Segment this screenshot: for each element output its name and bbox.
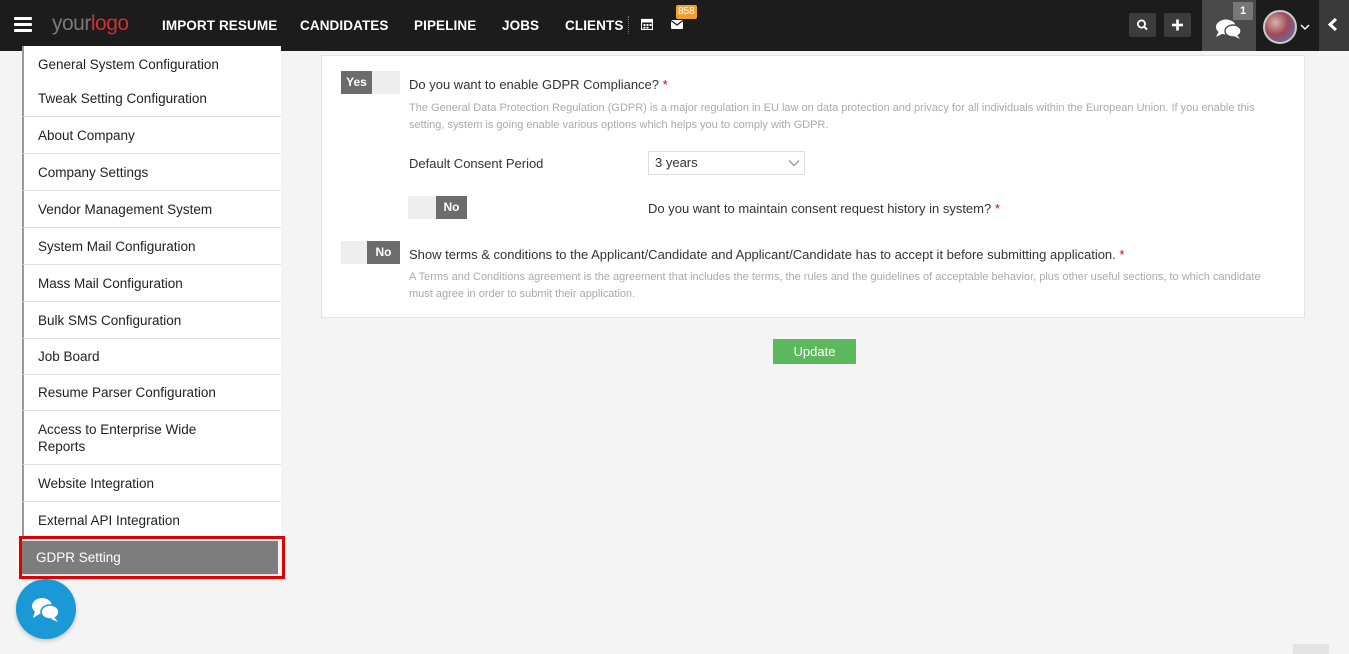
toggle-state-label: Yes (341, 71, 372, 94)
sidebar-item-job-board[interactable]: Job Board (22, 339, 281, 375)
sidebar-item-company-settings[interactable]: Company Settings (22, 154, 281, 191)
search-button[interactable] (1129, 13, 1156, 37)
hamburger-menu-icon[interactable] (14, 17, 32, 32)
chevron-down-icon[interactable] (1300, 23, 1310, 31)
nav-candidates[interactable]: CANDIDATES (300, 18, 389, 33)
toggle-state-label: No (367, 241, 400, 264)
logo[interactable]: yourlogo (52, 12, 129, 36)
nav-jobs[interactable]: JOBS (502, 18, 539, 33)
nav-divider (628, 16, 629, 34)
settings-sidebar: General System Configuration Tweak Setti… (0, 46, 285, 654)
terms-conditions-toggle[interactable]: No (341, 241, 400, 264)
sidebar-item-website-integration[interactable]: Website Integration (22, 465, 281, 502)
plus-icon (1172, 19, 1183, 31)
user-avatar[interactable] (1263, 10, 1297, 44)
terms-conditions-question: Show terms & conditions to the Applicant… (409, 247, 1125, 262)
scroll-top-button[interactable] (1293, 644, 1329, 654)
chat-bubbles-icon (32, 598, 60, 622)
gdpr-enable-help-text: The General Data Protection Regulation (… (409, 102, 1255, 131)
chevron-down-icon (788, 160, 800, 167)
messages-count-badge: 1 (1233, 2, 1253, 20)
consent-history-toggle[interactable]: No (408, 196, 467, 219)
sidebar-item-about-company[interactable]: About Company (22, 117, 281, 154)
highlight-box (19, 536, 285, 579)
sidebar-item-resume-parser-configuration[interactable]: Resume Parser Configuration (22, 375, 281, 411)
sidebar-item-external-api-integration[interactable]: External API Integration (22, 502, 281, 539)
consent-period-value: 3 years (655, 155, 698, 170)
collapse-panel-button[interactable] (1319, 0, 1349, 51)
sidebar-item-enterprise-wide-reports[interactable]: Access to Enterprise Wide Reports (22, 411, 281, 465)
update-button[interactable]: Update (773, 339, 856, 364)
gdpr-enable-question: Do you want to enable GDPR Compliance? * (409, 77, 668, 92)
sidebar-item-general-system-configuration[interactable]: General System Configuration (22, 46, 281, 84)
calendar-icon[interactable] (641, 18, 653, 30)
top-navbar: yourlogo IMPORT RESUME CANDIDATES PIPELI… (0, 0, 1349, 51)
live-chat-button[interactable] (16, 579, 76, 639)
sidebar-item-tweak-setting-configuration[interactable]: Tweak Setting Configuration (22, 80, 281, 117)
mail-count-badge: 858 (676, 5, 697, 19)
toggle-state-label: No (436, 196, 467, 219)
mail-icon[interactable] (671, 20, 683, 29)
consent-period-label: Default Consent Period (409, 156, 544, 171)
sidebar-item-mass-mail-configuration[interactable]: Mass Mail Configuration (22, 265, 281, 302)
consent-history-question: Do you want to maintain consent request … (648, 201, 1000, 216)
search-icon (1136, 19, 1148, 31)
gdpr-enable-toggle[interactable]: Yes (341, 71, 400, 94)
nav-clients[interactable]: CLIENTS (565, 18, 623, 33)
sidebar-item-vendor-management-system[interactable]: Vendor Management System (22, 191, 281, 228)
nav-import-resume[interactable]: IMPORT RESUME (162, 18, 277, 33)
terms-conditions-help-text: A Terms and Conditions agreement is the … (409, 271, 1261, 300)
sidebar-item-system-mail-configuration[interactable]: System Mail Configuration (22, 228, 281, 265)
nav-pipeline[interactable]: PIPELINE (414, 18, 476, 33)
add-button[interactable] (1164, 13, 1191, 37)
sidebar-item-bulk-sms-configuration[interactable]: Bulk SMS Configuration (22, 302, 281, 339)
consent-period-select[interactable]: 3 years (648, 151, 805, 175)
chevron-left-icon (1327, 17, 1338, 32)
